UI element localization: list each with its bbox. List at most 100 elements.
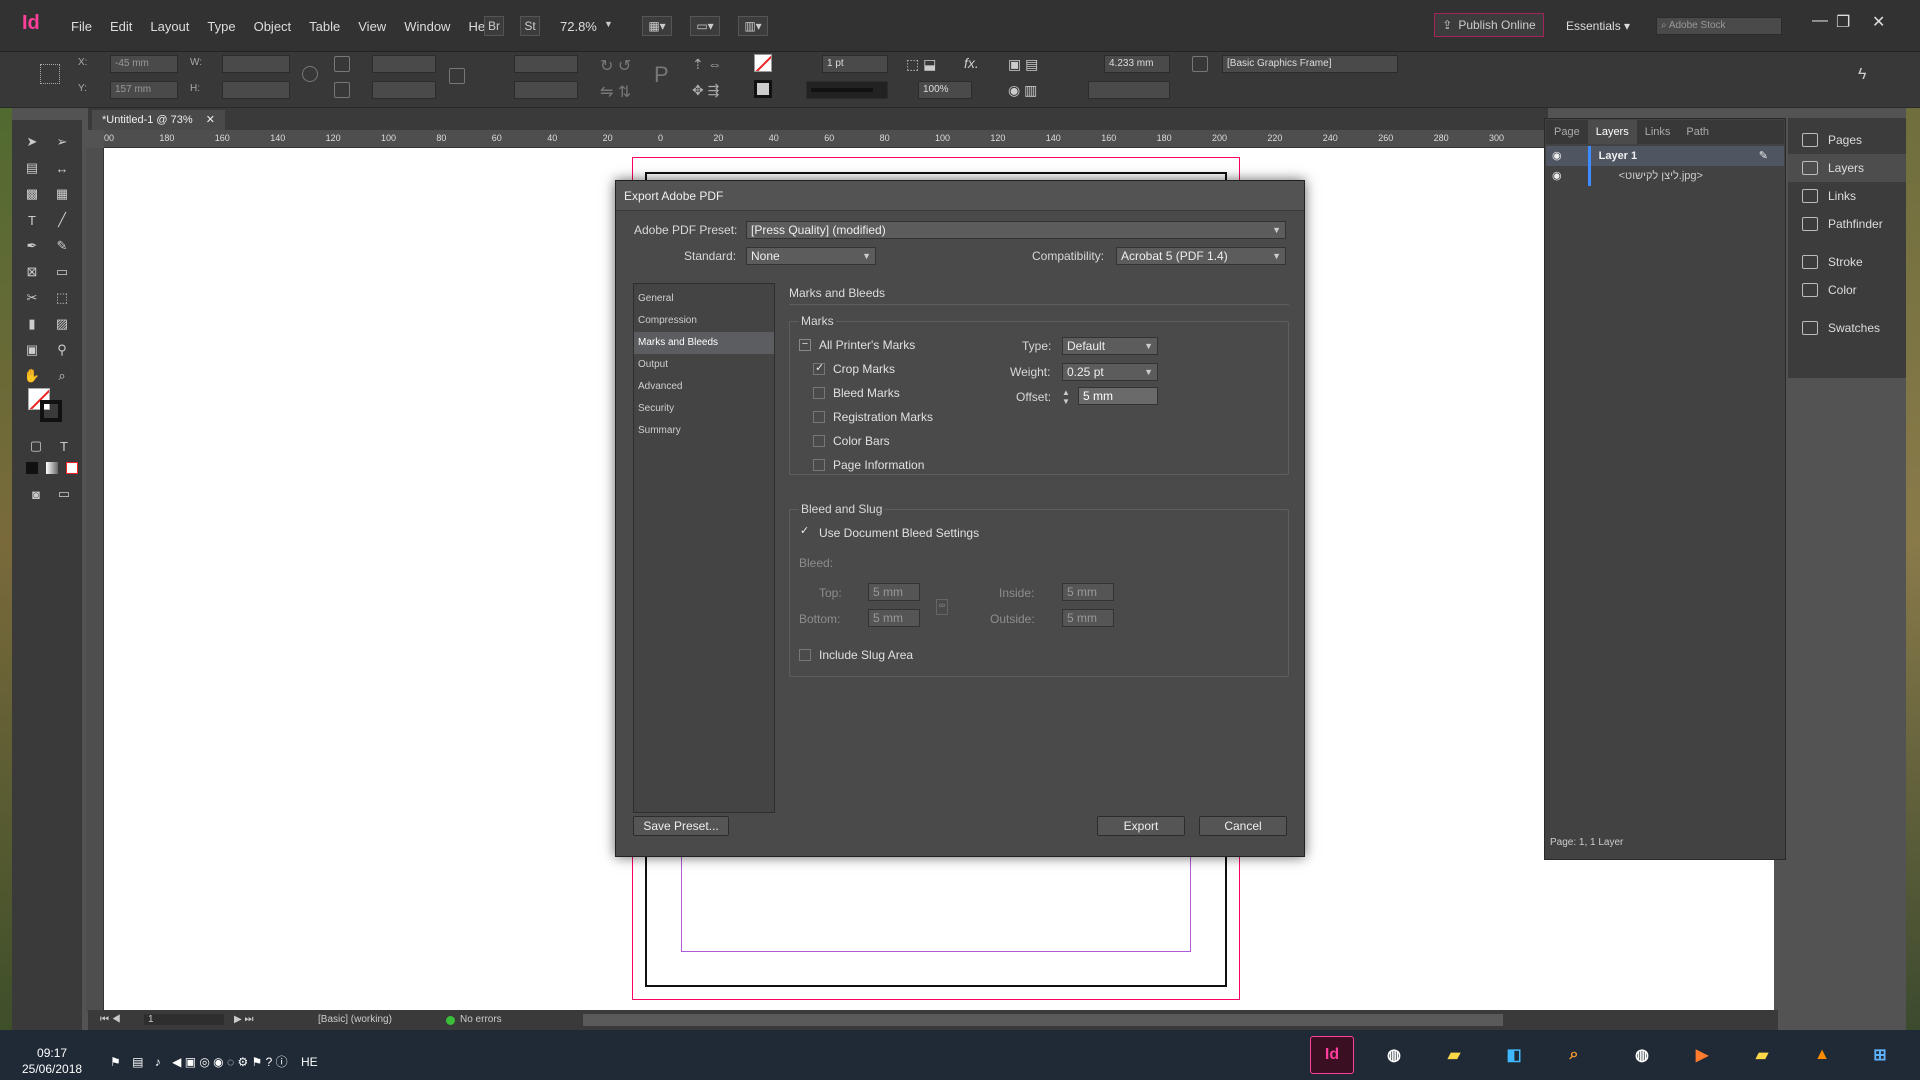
width-field[interactable] [222,55,290,73]
rectangle-tool-icon[interactable]: ▭ [52,262,72,282]
stock-search-input[interactable]: ⌕ Adobe Stock [1656,17,1782,35]
document-tab[interactable]: *Untitled-1 @ 73% ✕ [92,110,225,130]
save-preset-button[interactable]: Save Preset... [633,816,729,836]
cancel-button[interactable]: Cancel [1199,816,1287,836]
dock-links[interactable]: Links [1788,182,1906,210]
marks-type-dropdown[interactable]: Default ▼ [1062,337,1158,355]
scissors-tool-icon[interactable]: ✂ [22,288,42,308]
screen-mode-icon[interactable]: ▭▾ [690,16,720,36]
bleed-marks-checkbox[interactable] [813,387,825,399]
quick-apply-icon[interactable]: ϟ [1858,66,1866,84]
opacity-field[interactable]: 100% [918,81,972,99]
crop-marks-checkbox[interactable] [813,361,825,375]
use-doc-bleed-row[interactable]: Use Document Bleed Settings [799,521,979,545]
horizontal-scrollbar[interactable] [583,1014,1503,1026]
page-tool-icon[interactable]: ▤ [22,158,42,178]
wrap-icons[interactable]: ▣ ▤ [1008,56,1038,73]
menu-type[interactable]: Type [198,19,244,34]
taskbar-indesign-icon[interactable]: Id [1310,1036,1354,1074]
height-field[interactable] [222,81,290,99]
zoom-level[interactable]: 72.8% [560,19,597,34]
fill-swatch-none-icon[interactable] [754,54,772,72]
layer-item-name[interactable]: <ליצן לקישוט.jpg> [1619,166,1703,186]
layer-item-row[interactable]: ◉ <ליצן לקישוט.jpg> [1546,166,1784,186]
gradient-feather-icon[interactable]: ▨ [52,314,72,334]
direct-selection-tool-icon[interactable]: ➢ [52,132,72,152]
volume-icon[interactable]: ♪ [155,1055,161,1069]
formatting-container-icon[interactable]: ▢ [26,436,46,456]
formatting-text-icon[interactable]: T [54,436,74,456]
shear-field[interactable] [514,81,578,99]
offset-stepper-icon[interactable]: ▲ ▼ [1062,388,1070,406]
nav-general[interactable]: General [634,288,774,310]
restore-icon[interactable]: ❐ [1836,12,1850,32]
windows-start-icon[interactable]: ⊞ [1858,1036,1902,1074]
taskbar-app-icon[interactable]: ◧ [1492,1036,1536,1074]
compatibility-dropdown[interactable]: Acrobat 5 (PDF 1.4) ▼ [1116,247,1286,265]
minimize-icon[interactable]: — [1812,12,1828,30]
first-page-icon[interactable]: ⏮ ◀ [100,1014,121,1025]
registration-marks-checkbox[interactable] [813,411,825,423]
stroke-swatch-icon[interactable] [754,80,772,98]
color-bars-checkbox[interactable] [813,435,825,447]
flip-icons[interactable]: ⇋ ⇅ [600,82,631,102]
next-page-icon[interactable]: ▶ ⏭ [234,1014,253,1025]
dock-swatches[interactable]: Swatches [1788,314,1906,342]
preview-mode-icon[interactable]: ▭ [54,484,74,504]
page-number-field[interactable]: 1 [144,1014,224,1025]
offset-field[interactable]: 5 mm [1078,387,1158,405]
tab-layers[interactable]: Layers [1587,120,1637,144]
nav-marks-and-bleeds[interactable]: Marks and Bleeds [634,332,774,354]
all-printers-marks-row[interactable]: − All Printer's Marks [799,333,933,357]
standard-dropdown[interactable]: None ▼ [746,247,876,265]
dock-color[interactable]: Color [1788,276,1906,304]
taskbar-clock[interactable]: 09:17 25/06/2018 [22,1045,82,1077]
view-options-icon[interactable]: ▦▾ [642,16,672,36]
close-tab-icon[interactable]: ✕ [206,114,215,126]
bridge-button[interactable]: Br [484,16,504,36]
preflight-status[interactable]: No errors [460,1014,502,1025]
include-slug-checkbox[interactable] [799,649,811,661]
pencil-tool-icon[interactable]: ✎ [52,236,72,256]
bleed-marks-row[interactable]: Bleed Marks [799,381,933,405]
link-scale-icon[interactable] [449,68,465,84]
page-information-checkbox[interactable] [813,459,825,471]
tray-apps-icons[interactable]: ◀ ▣ ◎ ◉ ◌ ⚙ ⚑ ? ⓘ [172,1055,288,1069]
corner-shape-dropdown[interactable] [1088,81,1170,99]
menu-object[interactable]: Object [245,19,301,34]
tab-pathfinder[interactable]: Path [1678,120,1717,144]
nav-security[interactable]: Security [634,398,774,420]
dock-stroke[interactable]: Stroke [1788,248,1906,276]
taskbar-media-icon[interactable]: ▶ [1680,1036,1724,1074]
taskbar-explorer-icon[interactable]: ▰ [1740,1036,1784,1074]
nav-output[interactable]: Output [634,354,774,376]
taskbar-folder-icon[interactable]: ▰ [1432,1036,1476,1074]
free-transform-tool-icon[interactable]: ⬚ [52,288,72,308]
link-bleed-icon[interactable]: ∞ [936,599,948,615]
page-information-row[interactable]: Page Information [799,453,933,477]
crop-marks-row[interactable]: Crop Marks [799,357,933,381]
scale-y-field[interactable] [372,81,436,99]
x-position-field[interactable]: -45 mm [110,55,178,73]
preset-dropdown[interactable]: [Press Quality] (modified) ▼ [746,221,1286,239]
constrain-proportions-icon[interactable] [302,66,318,82]
taskbar-chrome-icon[interactable]: ◍ [1372,1036,1416,1074]
preflight-profile[interactable]: [Basic] (working) [318,1014,392,1025]
bleed-outside-field[interactable]: 5 mm [1062,609,1114,627]
zoom-tool-icon[interactable]: ⌕ [52,366,72,386]
content-collector-icon[interactable]: ▩ [22,184,42,204]
eyedropper-tool-icon[interactable]: ⚲ [52,340,72,360]
dock-pages[interactable]: Pages [1788,126,1906,154]
close-icon[interactable]: ✕ [1872,12,1885,32]
taskbar-search-app-icon[interactable]: ⌕ [1552,1036,1596,1074]
use-doc-bleed-checkbox[interactable] [799,524,811,539]
nav-compression[interactable]: Compression [634,310,774,332]
selection-tool-icon[interactable]: ➤ [22,132,42,152]
visibility-eye-icon[interactable]: ◉ [1552,146,1562,166]
stroke-color-icon[interactable] [40,400,62,422]
zoom-dropdown-icon[interactable]: ▼ [604,19,613,29]
menu-table[interactable]: Table [300,19,349,34]
y-position-field[interactable]: 157 mm [110,81,178,99]
export-button[interactable]: Export [1097,816,1185,836]
effects-icons[interactable]: ◉ ▥ [1008,82,1037,99]
